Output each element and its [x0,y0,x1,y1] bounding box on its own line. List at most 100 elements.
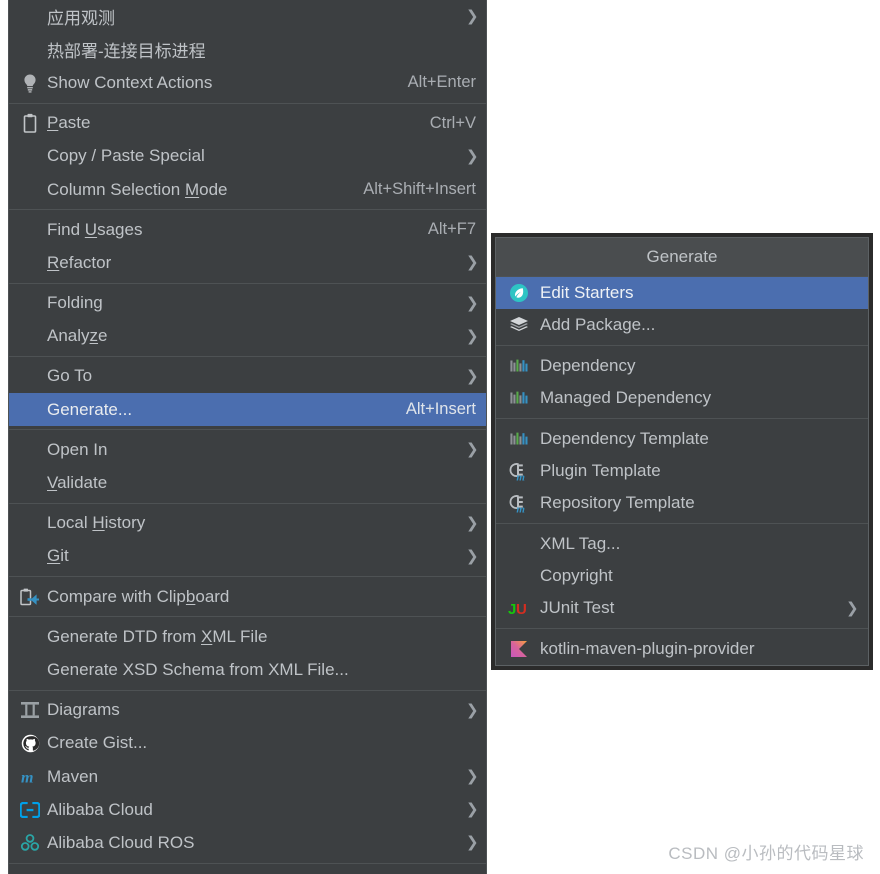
menu-item-shortcut: Ctrl+V [429,113,476,132]
no-icon [17,399,43,421]
menu-item-diagrams[interactable]: Diagrams ❯ [9,694,486,727]
no-icon [17,179,43,201]
no-icon [17,325,43,347]
submenu-item-label: Dependency [540,356,636,375]
menu-separator [9,616,486,618]
submenu-item-label: JUnit Test [540,598,615,617]
submenu-item-copyright[interactable]: Copyright [496,560,868,592]
menu-item-validate[interactable]: Validate [9,466,486,499]
submenu-item-add-package[interactable]: Add Package... [496,309,868,341]
menu-item-generate-dtd-from-xml[interactable]: Generate DTD from XML File [9,620,486,653]
menu-item-label: Go To [47,366,93,386]
no-icon [17,6,43,28]
maven-plugin-icon: m [506,492,532,514]
menu-item-local-history[interactable]: Local History ❯ [9,507,486,540]
submenu-item-label: Managed Dependency [540,388,712,407]
menu-item-copy-paste-special[interactable]: Copy / Paste Special ❯ [9,140,486,173]
submenu-separator [496,418,868,419]
submenu-item-kotlin-maven-plugin-provider[interactable]: kotlin-maven-plugin-provider [496,633,868,665]
menu-item-git[interactable]: Git ❯ [9,540,486,573]
chevron-right-icon: ❯ [466,801,479,819]
menu-item-generate[interactable]: Generate... Alt+Insert [9,393,486,427]
menu-item-label: Diagrams [47,700,120,720]
menu-item-label: Local History [47,513,146,533]
menu-item-show-context-actions[interactable]: Show Context Actions Alt+Enter [9,66,486,99]
menu-item-paste[interactable]: Paste Ctrl+V [9,107,486,140]
submenu-item-label: Add Package... [540,315,656,334]
submenu-item-plugin-template[interactable]: m Plugin Template [496,455,868,487]
no-icon [17,439,43,461]
dependency-bars-icon [506,387,532,409]
menu-item-app-observe[interactable]: 应用观测 ❯ [9,0,486,33]
menu-item-folding[interactable]: Folding ❯ [9,287,486,320]
submenu-item-label: XML Tag... [540,534,621,553]
submenu-item-managed-dependency[interactable]: Managed Dependency [496,382,868,414]
menu-item-maven[interactable]: m Maven ❯ [9,760,486,793]
menu-item-label: Validate [47,473,108,493]
no-icon [17,252,43,274]
submenu-item-label: kotlin-maven-plugin-provider [540,639,755,658]
alibaba-cloud-icon [17,799,43,821]
menu-item-label: Open In [47,439,108,459]
chevron-right-icon: ❯ [466,8,479,26]
no-icon [17,39,43,61]
package-layers-icon [506,314,532,336]
menu-separator [9,502,486,504]
menu-item-label: Copy / Paste Special [47,146,205,166]
submenu-item-junit-test[interactable]: J U JUnit Test ❯ [496,592,868,624]
menu-item-open-in[interactable]: Open In ❯ [9,433,486,466]
diagrams-icon [17,699,43,721]
submenu-item-edit-starters[interactable]: Edit Starters [496,277,868,309]
submenu-item-xml-tag[interactable]: XML Tag... [496,528,868,560]
submenu-item-dependency-template[interactable]: Dependency Template [496,423,868,455]
menu-item-find-usages[interactable]: Find Usages Alt+F7 [9,213,486,246]
menu-item-analyze[interactable]: Analyze ❯ [9,320,486,353]
menu-item-label: 热部署-连接目标进程 [47,42,206,62]
chevron-right-icon: ❯ [466,514,479,532]
junit-icon: JU [506,597,532,619]
menu-item-refactor[interactable]: Refactor ❯ [9,246,486,279]
svg-text:m: m [21,769,33,786]
menu-item-evaluate-xpath[interactable]: Evaluate XPath...Ctrl+Alt+X, E [9,867,486,874]
chevron-right-icon: ❯ [466,367,479,385]
submenu-item-label: Dependency Template [540,429,709,448]
menu-item-label: Show Context Actions [47,72,213,92]
menu-separator [9,102,486,104]
no-icon [17,145,43,167]
menu-separator [9,862,486,864]
menu-item-generate-xsd-schema-from-xml[interactable]: Generate XSD Schema from XML File... [9,653,486,686]
menu-separator [9,689,486,691]
svg-text:U: U [516,601,527,617]
no-icon [17,626,43,648]
submenu-item-repository-template[interactable]: m Repository Template [496,487,868,519]
chevron-right-icon: ❯ [466,834,479,852]
menu-separator [9,576,486,577]
no-icon [506,565,532,587]
csdn-watermark: CSDN @小孙的代码星球 [668,844,864,863]
menu-item-alibaba-cloud-ros[interactable]: Alibaba Cloud ROS ❯ [9,826,486,859]
no-icon [17,365,43,387]
maven-plugin-icon: m [506,460,532,482]
generate-submenu-title: Generate [496,238,868,277]
submenu-item-label: Edit Starters [540,283,634,302]
menu-separator [9,282,486,284]
dependency-bars-icon [506,355,532,377]
menu-item-hot-deploy[interactable]: 热部署-连接目标进程 [9,33,486,66]
submenu-item-dependency[interactable]: Dependency [496,350,868,382]
github-icon [17,732,43,754]
menu-item-label: Compare with Clipboard [47,586,230,606]
menu-item-label: Folding [47,293,103,313]
menu-item-compare-with-clipboard[interactable]: Compare with Clipboard [9,580,486,613]
menu-item-create-gist[interactable]: Create Gist... [9,727,486,760]
menu-item-label: Generate... [47,399,133,419]
no-icon [17,292,43,314]
editor-context-menu: 应用观测 ❯ 热部署-连接目标进程 Show Context Actions Alt+E… [8,0,487,874]
menu-item-label: Paste [47,113,91,133]
menu-item-shortcut: Alt+Insert [405,400,476,419]
menu-item-alibaba-cloud[interactable]: Alibaba Cloud ❯ [9,793,486,826]
no-icon [17,219,43,241]
menu-item-label: 应用观测 [47,9,115,29]
menu-item-column-selection-mode[interactable]: Column Selection Mode Alt+Shift+Insert [9,173,486,206]
menu-item-go-to[interactable]: Go To ❯ [9,360,486,393]
menu-separator [9,355,486,357]
